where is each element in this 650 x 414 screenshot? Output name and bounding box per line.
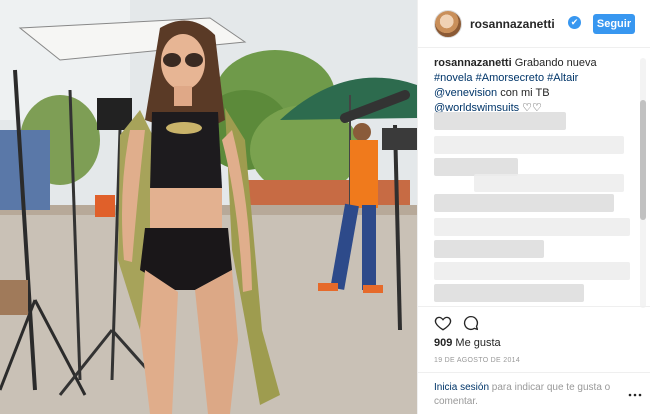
likes-label: Me gusta — [452, 337, 501, 349]
hashtag-altair[interactable]: #Altair — [547, 72, 578, 84]
blurred-comment — [434, 284, 584, 302]
hashtag-novela[interactable]: #novela — [434, 72, 473, 84]
post-header: rosannazanetti ✔ Seguir — [418, 0, 650, 48]
likes-count[interactable]: 909 Me gusta — [434, 337, 501, 349]
caption-username[interactable]: rosannazanetti — [434, 57, 512, 69]
mention-venevision[interactable]: @venevision — [434, 87, 497, 99]
heart-icon[interactable] — [434, 314, 452, 332]
blurred-comment — [474, 174, 624, 192]
username-link[interactable]: rosannazanetti — [470, 17, 555, 31]
avatar[interactable] — [434, 10, 462, 38]
comments-scrollbar[interactable] — [640, 58, 646, 308]
more-options-icon[interactable] — [628, 392, 642, 398]
post-side-panel: rosannazanetti ✔ Seguir rosannazanetti G… — [417, 0, 650, 414]
likes-number: 909 — [434, 337, 453, 349]
footer-divider — [418, 372, 650, 373]
login-link[interactable]: Inicia sesión — [434, 382, 489, 393]
comment-icon[interactable] — [462, 314, 480, 332]
post-date: 19 DE AGOSTO DE 2014 — [434, 357, 521, 364]
follow-button[interactable]: Seguir — [593, 14, 635, 34]
login-prompt: Inicia sesión para indicar que te gusta … — [434, 381, 624, 409]
verified-badge-icon: ✔ — [568, 16, 581, 29]
blurred-comment — [434, 194, 614, 212]
blurred-comment — [434, 136, 624, 154]
blurred-comment — [434, 112, 566, 130]
caption-text: con mi TB — [497, 87, 550, 99]
post-photo[interactable] — [0, 0, 417, 414]
blurred-comments — [434, 102, 634, 307]
photo-scene — [0, 0, 417, 414]
scrollbar-thumb[interactable] — [640, 100, 646, 220]
actions-divider — [418, 306, 650, 307]
hashtag-amorsecreto[interactable]: #Amorsecreto — [476, 72, 544, 84]
blurred-comment — [434, 240, 544, 258]
blurred-comment — [434, 218, 630, 236]
caption-text: Grabando nueva — [511, 57, 597, 69]
blurred-comment — [434, 262, 630, 280]
